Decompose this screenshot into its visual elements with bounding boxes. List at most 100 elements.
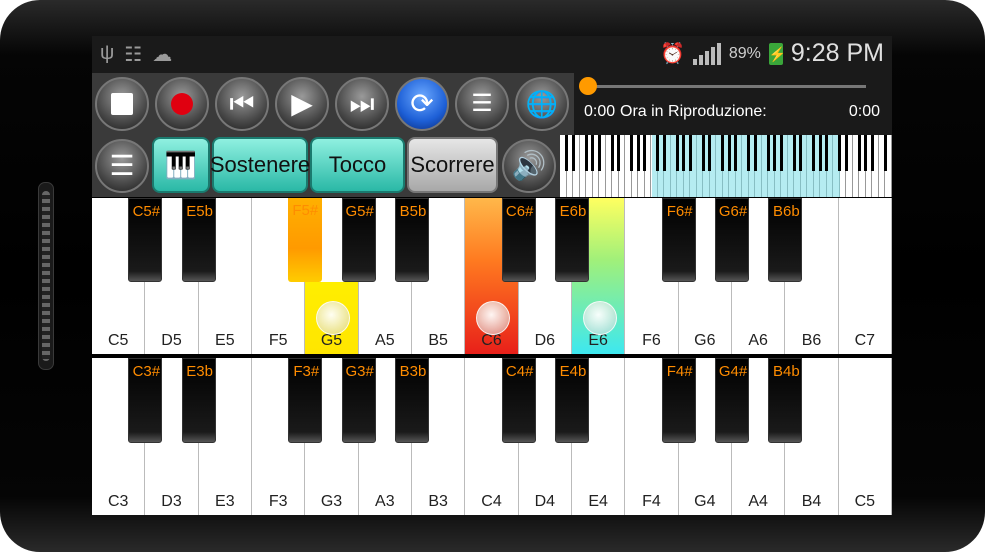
previous-icon: ⏮ — [229, 88, 255, 119]
navigator-black-key — [727, 135, 731, 171]
navigator-black-key — [857, 135, 861, 171]
key-label: F4 — [642, 493, 661, 510]
navigator-black-key — [708, 135, 711, 171]
menu-button[interactable]: ☰ — [95, 139, 149, 193]
black-key-g3-sharp[interactable]: G3# — [341, 358, 376, 443]
key-label: E5 — [215, 332, 235, 349]
navigator-black-key — [565, 135, 568, 171]
sustain-button[interactable]: Sostenere — [210, 137, 310, 193]
next-button[interactable]: ⏭ — [335, 77, 389, 131]
cloud-icon: ☁ — [152, 44, 173, 66]
phone-frame: ψ ☷ ☁ ⏰ 89% ⚡ 9:28 PM ⏮ ▶ ⏭ ⟳ ☰ 🌐 0:00 O… — [0, 0, 985, 552]
total-time: 0:00 — [848, 103, 880, 120]
navigator-black-key — [883, 135, 887, 171]
black-key-b6b[interactable]: B6b — [768, 198, 803, 283]
key-label: D3 — [161, 493, 182, 510]
globe-icon: 🌐 — [525, 89, 559, 119]
black-key-e4b[interactable]: E4b — [555, 358, 589, 443]
key-label: G6 — [694, 332, 716, 349]
key-label: F3 — [268, 493, 288, 510]
black-key-g6-sharp[interactable]: G6# — [715, 198, 749, 283]
black-key-b3b[interactable]: B3b — [395, 358, 429, 443]
navigator-black-key — [643, 135, 646, 171]
key-label: F5# — [292, 202, 319, 219]
black-key-f5-sharp[interactable]: F5# — [288, 198, 323, 283]
black-key-f4-sharp[interactable]: F4# — [661, 358, 696, 443]
touch-button[interactable]: Tocco — [310, 137, 405, 193]
black-key-c5-sharp[interactable]: C5# — [128, 198, 163, 283]
navigator-black-key — [701, 135, 705, 171]
key-label: C3 — [107, 493, 129, 510]
key-label: G4# — [718, 363, 748, 380]
key-label: B6 — [801, 332, 822, 349]
record-button[interactable] — [155, 77, 209, 131]
navigator-black-key — [838, 135, 841, 171]
playlist-icon: ☰ — [471, 90, 493, 117]
key-label: B5b — [399, 203, 427, 220]
stop-icon — [111, 93, 133, 115]
navigator-black-key — [591, 135, 594, 171]
volume-button[interactable]: 🔊 — [502, 139, 556, 193]
black-key-f6-sharp[interactable]: F6# — [661, 198, 696, 283]
phone-side-button — [38, 182, 54, 370]
black-key-e6b[interactable]: E6b — [555, 198, 589, 283]
black-key-e3b[interactable]: E3b — [181, 358, 216, 443]
key-label: C4 — [481, 493, 502, 510]
status-bar: ψ ☷ ☁ ⏰ 89% ⚡ 9:28 PM — [92, 36, 892, 73]
white-key-c5[interactable]: C5 — [838, 358, 892, 515]
black-key-g5-sharp[interactable]: G5# — [341, 198, 376, 283]
black-key-g4-sharp[interactable]: G4# — [715, 358, 749, 443]
key-label: E6b — [559, 203, 587, 220]
navigator-black-key — [636, 135, 640, 171]
key-label: F4# — [666, 363, 693, 380]
key-label: B3 — [428, 493, 448, 510]
navigator-black-key — [818, 135, 822, 171]
navigator-black-key — [610, 135, 614, 171]
key-label: F5 — [268, 332, 288, 349]
radio-icon: ☷ — [124, 44, 143, 66]
previous-button[interactable]: ⏮ — [215, 77, 269, 131]
navigator-black-key — [584, 135, 588, 171]
key-label: B6b — [772, 203, 800, 220]
scroll-button[interactable]: Scorrere — [407, 137, 498, 193]
white-key-c7[interactable]: C7 — [838, 198, 892, 354]
key-label: F6 — [642, 332, 661, 349]
play-button[interactable]: ▶ — [275, 77, 329, 131]
navigator-black-key — [773, 135, 776, 171]
black-key-c3-sharp[interactable]: C3# — [128, 358, 163, 443]
black-key-b4b[interactable]: B4b — [768, 358, 803, 443]
key-label: E3b — [186, 363, 213, 380]
black-key-e5b[interactable]: E5b — [181, 198, 216, 283]
key-label: E5b — [186, 203, 213, 220]
signal-icon — [692, 42, 721, 65]
key-label: A3 — [375, 493, 395, 510]
key-label: C3# — [132, 363, 161, 380]
key-label: C6# — [505, 203, 534, 220]
usb-icon: ψ — [100, 42, 115, 64]
navigator-black-key — [597, 135, 601, 171]
navigator-black-key — [870, 135, 874, 171]
key-label: D6 — [534, 332, 556, 349]
app-screen: ψ ☷ ☁ ⏰ 89% ⚡ 9:28 PM ⏮ ▶ ⏭ ⟳ ☰ 🌐 0:00 O… — [92, 36, 892, 515]
progress-knob[interactable] — [579, 77, 597, 95]
key-label: C4# — [505, 363, 534, 380]
black-key-b5b[interactable]: B5b — [395, 198, 429, 283]
black-key-c6-sharp[interactable]: C6# — [501, 198, 536, 283]
loop-button[interactable]: ⟳ — [395, 77, 449, 131]
key-label: F6# — [666, 203, 693, 220]
navigator-black-key — [721, 135, 724, 171]
navigator-black-key — [825, 135, 828, 171]
black-key-c4-sharp[interactable]: C4# — [501, 358, 536, 443]
instrument-button[interactable]: 🎹 — [152, 137, 210, 193]
menu-icon: ☰ — [109, 150, 135, 181]
black-key-f3-sharp[interactable]: F3# — [288, 358, 323, 443]
keyboard-navigator[interactable] — [560, 135, 892, 197]
playlist-button[interactable]: ☰ — [455, 77, 509, 131]
key-label: A5 — [375, 332, 395, 349]
navigator-black-key — [864, 135, 867, 171]
progress-track[interactable] — [590, 85, 866, 88]
key-label: G6# — [718, 203, 748, 220]
navigator-black-key — [630, 135, 633, 171]
stop-button[interactable] — [95, 77, 149, 131]
globe-button[interactable]: 🌐 — [515, 77, 569, 131]
